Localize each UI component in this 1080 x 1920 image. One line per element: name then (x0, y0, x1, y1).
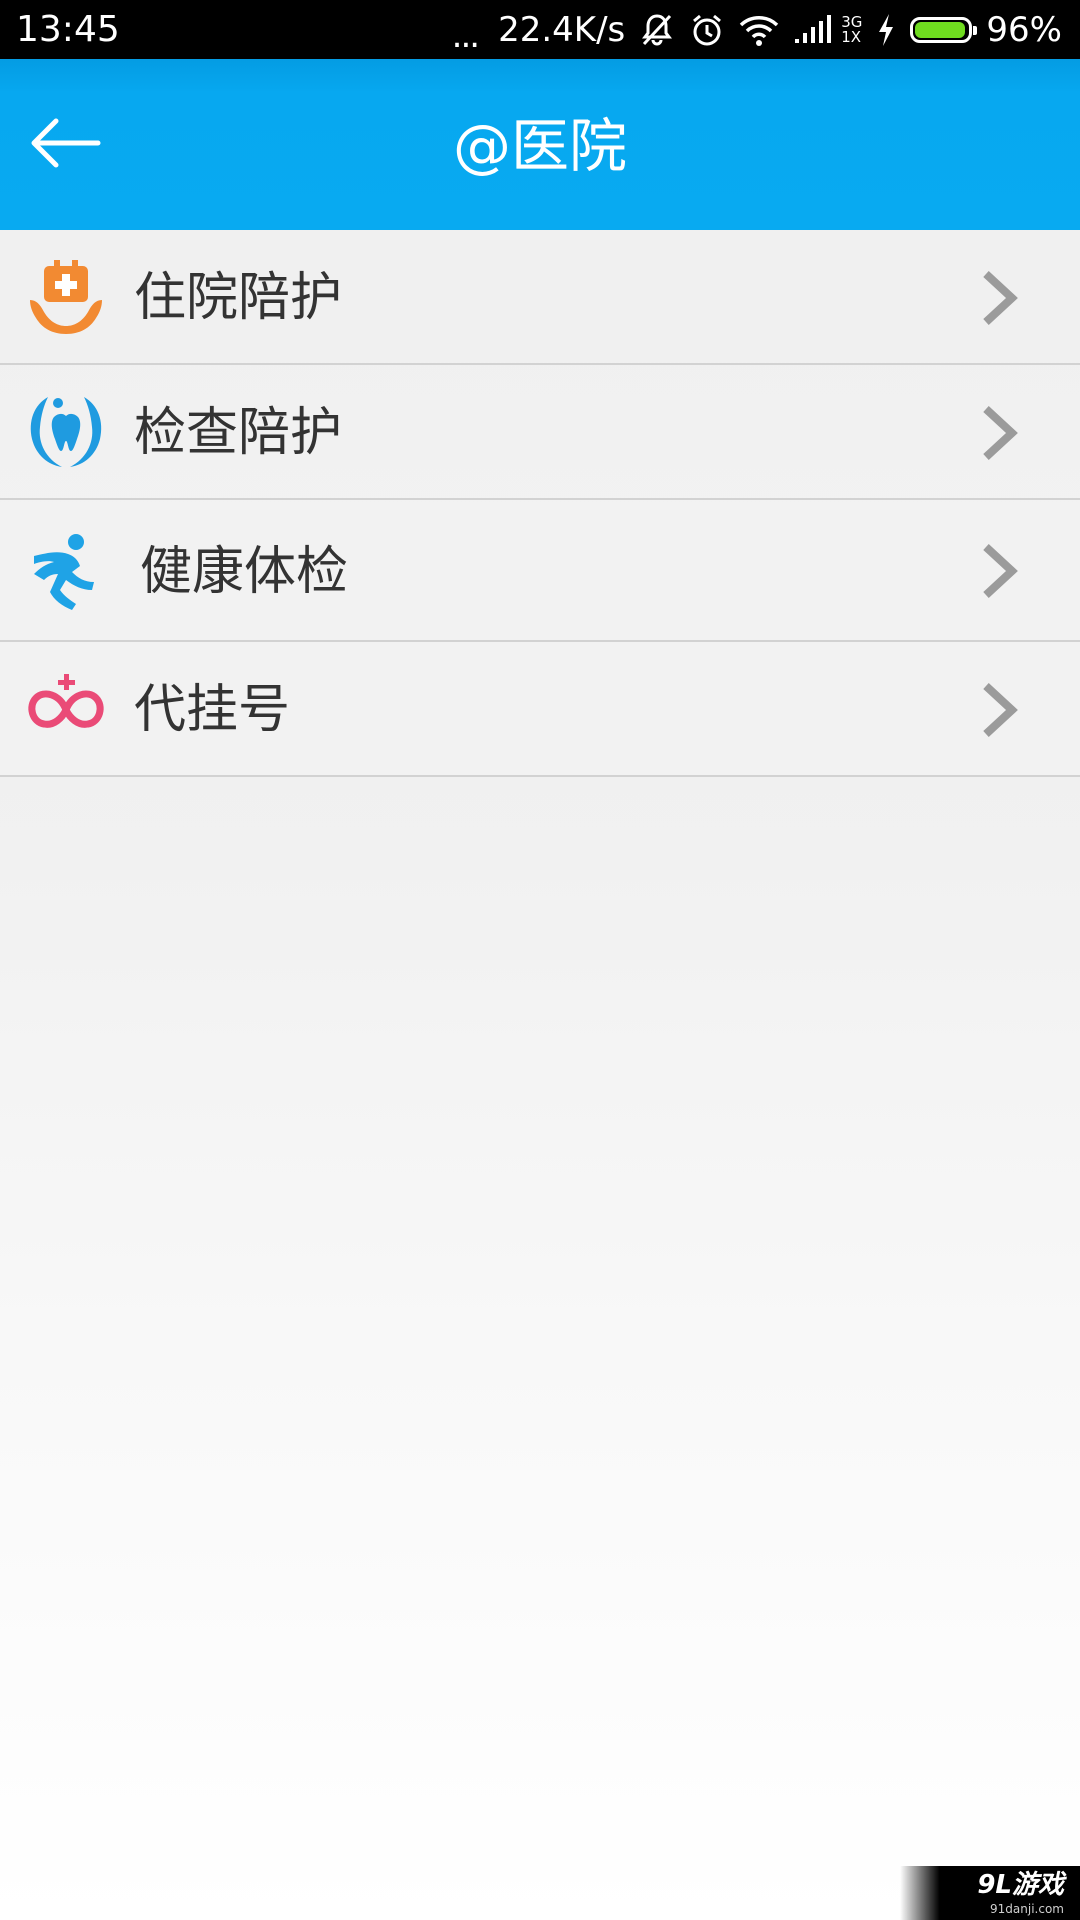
chevron-right-icon (980, 270, 1018, 326)
charging-bolt-icon (876, 12, 896, 48)
network-type-bottom: 1X (841, 28, 862, 46)
watermark: 9L游戏 91danji.com (900, 1866, 1080, 1920)
chevron-right-icon (980, 405, 1018, 461)
menu-item-label: 健康体检 (140, 542, 349, 602)
chevron-right-icon (980, 682, 1018, 738)
status-time: 13:45 (16, 9, 120, 50)
battery-fill (915, 22, 966, 38)
notification-dots: ... (451, 16, 480, 56)
menu-item-inpatient-care[interactable]: 住院陪护 (0, 230, 1080, 365)
wifi-icon (739, 13, 779, 47)
chevron-right-icon (980, 543, 1018, 599)
title-bar: @医院 (0, 59, 1080, 230)
page-title: @医院 (452, 112, 627, 180)
checkup-care-icon (26, 391, 106, 471)
menu-item-label: 住院陪护 (134, 268, 343, 328)
network-speed: 22.4K/s (498, 10, 626, 50)
battery-icon (910, 17, 978, 43)
network-type-label: 3G 1X (841, 15, 862, 45)
signal-strength-icon (793, 13, 833, 47)
menu-item-health-checkup[interactable]: 健康体检 (0, 500, 1080, 642)
registration-icon (26, 670, 106, 750)
hospital-care-icon (26, 256, 106, 336)
running-person-icon (26, 530, 106, 610)
menu-item-label: 检查陪护 (134, 403, 343, 463)
watermark-url: 91danji.com (990, 1902, 1064, 1916)
alarm-clock-icon (689, 12, 725, 48)
status-bar: 13:45 ... 22.4K/s 3G 1X 96% (0, 0, 1080, 59)
menu-item-checkup-care[interactable]: 检查陪护 (0, 365, 1080, 500)
battery-percent: 96% (986, 10, 1062, 50)
mute-bell-icon (639, 12, 675, 48)
menu-list: 住院陪护 检查陪护 健康体检 代挂号 (0, 230, 1080, 777)
status-right-group: ... 22.4K/s 3G 1X 96% (452, 6, 1062, 54)
watermark-logo: 9L游戏 (977, 1870, 1064, 1900)
menu-item-label: 代挂号 (134, 680, 291, 740)
menu-item-registration[interactable]: 代挂号 (0, 642, 1080, 777)
